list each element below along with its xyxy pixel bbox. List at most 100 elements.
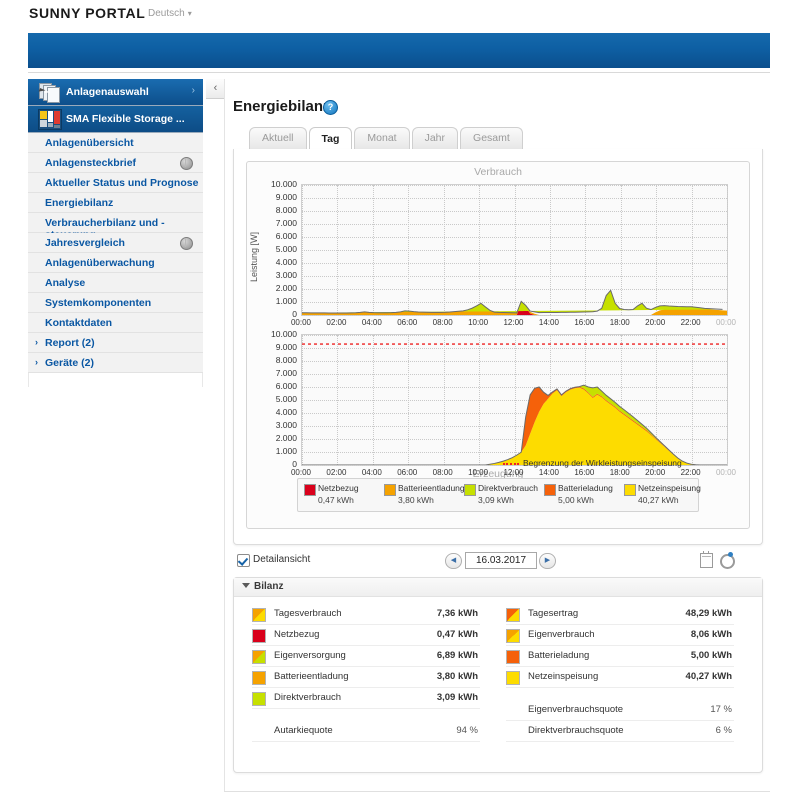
sidebar-item-5[interactable]: Jahresvergleich [28,233,203,253]
sidebar-item-3[interactable]: Energiebilanz [28,193,203,213]
balance-row: Batterieladung5,00 kWh [506,646,734,667]
x-tick: 00:00 [716,468,736,477]
chevron-down-icon: ▾ [188,9,192,18]
balance-value: 3,80 kWh [437,671,478,682]
sidebar-footer [28,373,203,387]
balance-value: 5,00 kWh [691,650,732,661]
tab-gesamt[interactable]: Gesamt [460,127,523,149]
plot-verbrauch[interactable] [301,184,728,316]
series-area [302,185,727,315]
globe-icon [180,157,193,170]
balance-row: Tagesverbrauch7,36 kWh [252,604,480,625]
balance-swatch [252,671,266,685]
x-tick: 20:00 [645,468,665,477]
sidebar-item-4[interactable]: Verbraucherbilanz und -steuerung [28,213,203,233]
date-input[interactable]: 16.03.2017 [465,552,537,569]
tab-tag[interactable]: Tag [309,127,353,150]
chart-card: Verbrauch Erzeugung Leistung [W] 01.0002… [233,149,763,545]
brand-logo: SUNNY PORTAL [29,5,145,21]
help-icon[interactable]: ? [323,100,338,115]
language-label: Deutsch [148,8,185,19]
content-bottom-border [224,791,770,792]
next-day-button[interactable]: ▶ [539,553,556,569]
balance-value: 0,47 kWh [437,629,478,640]
prev-day-button[interactable]: ◀ [445,553,462,569]
sidebar-item-label: Jahresvergleich [45,237,125,249]
sidebar-item-2[interactable]: Aktueller Status und Prognose [28,173,203,193]
y-tick: 2.000 [251,283,297,293]
chart-container: Verbrauch Erzeugung Leistung [W] 01.0002… [246,161,750,529]
sidebar-group-1[interactable]: › Geräte (2) [28,353,203,373]
x-tick: 18:00 [610,468,630,477]
calendar-icon[interactable] [700,553,713,568]
sidebar-group-0[interactable]: ›Report (2) [28,333,203,353]
y-tick: 1.000 [251,296,297,306]
language-selector[interactable]: Deutsch▾ [148,8,192,19]
balance-swatch [506,650,520,664]
balance-title: Bilanz [254,581,283,592]
detailansicht-label: Detailansicht [253,554,310,565]
sidebar-item-label: Energiebilanz [45,197,113,209]
x-tick: 16:00 [574,318,594,327]
x-tick: 08:00 [433,318,453,327]
balance-swatch [252,608,266,622]
sidebar-item-label: Systemkomponenten [45,297,151,309]
balance-label: Eigenversorgung [274,650,346,661]
sidebar-item-8[interactable]: Systemkomponenten [28,293,203,313]
legend-label: Batterieentladung [398,483,465,493]
plot-erzeugung[interactable] [301,334,728,466]
sidebar-item-1[interactable]: Anlagensteckbrief [28,153,203,173]
x-tick: 18:00 [610,318,630,327]
chevron-right-icon: › [35,337,38,347]
quota-value: 94 % [456,725,478,736]
limit-line-label: Begrenzung der Wirkleistungseinspeisung [523,458,682,468]
balance-swatch [252,650,266,664]
legend-value: 3,80 kWh [398,495,434,505]
top-bar: SUNNY PORTAL Deutsch▾ [0,0,800,26]
detailansicht-checkbox[interactable] [237,554,250,567]
chevron-right-icon: › [192,85,195,96]
balance-card: Bilanz Tagesverbrauch7,36 kWh Netzbezug 0,… [233,577,763,773]
sidebar-group-label: Geräte (2) [45,357,94,369]
area-direktverbrauch [302,290,723,313]
y-tick: 10.000 [251,329,297,339]
sidebar-item-6[interactable]: Anlagenüberwachung [28,253,203,273]
collapse-triangle-icon [242,583,250,588]
x-tick: 02:00 [326,468,346,477]
balance-swatch [252,629,266,643]
sidebar-item-7[interactable]: Analyse [28,273,203,293]
sidebar-groups: ›Report (2)›Geräte (2) [28,333,203,373]
x-tick: 08:00 [433,468,453,477]
y-tick: 8.000 [251,355,297,365]
y-tick: 3.000 [251,270,297,280]
sidebar-item-9[interactable]: Kontaktdaten [28,313,203,333]
chart-legend: Netzbezug0,47 kWhBatterieentladung3,80 k… [297,478,699,512]
sidebar-item-anlagenauswahl[interactable]: Anlagenauswahl › [28,79,203,106]
y-tick: 1.000 [251,446,297,456]
sidebar-item-0[interactable]: Anlagenübersicht [28,133,203,153]
balance-column-right: Tagesertrag48,29 kWhEigenverbrauch8,06 k… [506,604,734,742]
tab-aktuell[interactable]: Aktuell [249,127,307,149]
area-netzeinspeisung [302,388,727,465]
plant-thumbnail-icon [38,109,62,130]
y-tick: 9.000 [251,192,297,202]
balance-swatch [506,608,520,622]
balance-swatch [506,671,520,685]
sidebar-collapse-button[interactable]: ‹ [206,79,226,99]
y-tick: 3.000 [251,420,297,430]
chevron-right-icon: › [35,357,38,367]
legend-label: Netzeinspeisung [638,483,701,493]
balance-label: Netzbezug [274,629,319,640]
legend-swatch [464,484,476,496]
balance-row: Eigenverbrauch8,06 kWh [506,625,734,646]
x-tick: 10:00 [468,468,488,477]
sidebar-item-plant[interactable]: SMA Flexible Storage ... [28,106,203,133]
tab-jahr[interactable]: Jahr [412,127,458,149]
x-tick: 10:00 [468,318,488,327]
gear-icon[interactable] [719,553,732,566]
balance-header[interactable]: Bilanz [234,578,762,597]
balance-value: 7,36 kWh [437,608,478,619]
y-tick: 6.000 [251,381,297,391]
quota-row: Direktverbrauchsquote6 % [506,721,734,742]
tab-monat[interactable]: Monat [354,127,409,149]
